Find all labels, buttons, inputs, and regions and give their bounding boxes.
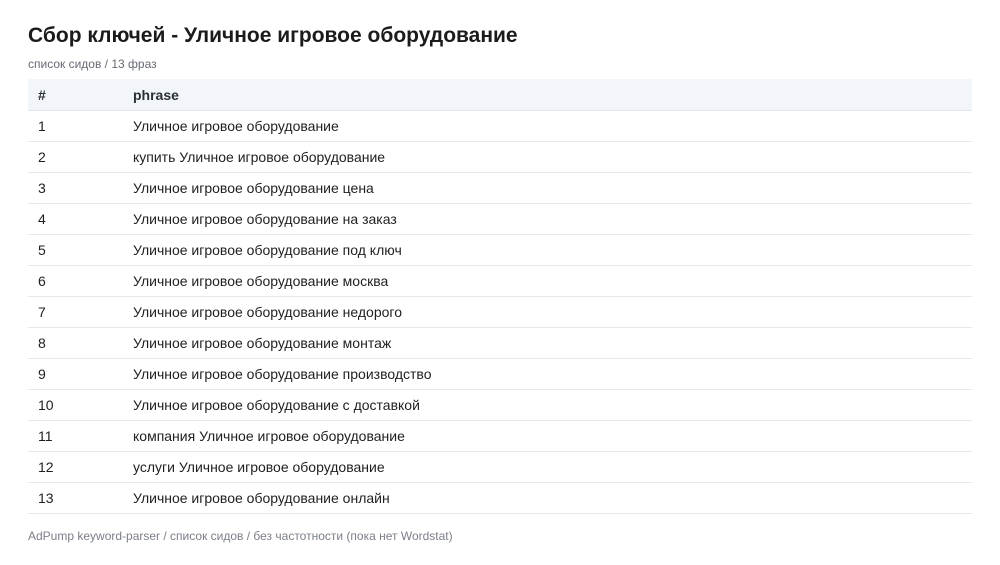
- table-row: 12 услуги Уличное игровое оборудование: [28, 451, 972, 483]
- footer-note: AdPump keyword-parser / список сидов / б…: [28, 529, 453, 543]
- row-phrase: Уличное игровое оборудование с доставкой: [133, 389, 972, 421]
- row-number: 10: [28, 389, 133, 421]
- table-row: 11 компания Уличное игровое оборудование: [28, 420, 972, 452]
- row-phrase: купить Уличное игровое оборудование: [133, 141, 972, 173]
- table-header: # phrase: [28, 79, 972, 111]
- row-phrase: Уличное игровое оборудование москва: [133, 265, 972, 297]
- table-body: 1 Уличное игровое оборудование 2 купить …: [28, 110, 972, 514]
- row-phrase: Уличное игровое оборудование монтаж: [133, 327, 972, 359]
- keywords-table: # phrase 1 Уличное игровое оборудование …: [28, 79, 972, 514]
- row-phrase: Уличное игровое оборудование под ключ: [133, 234, 972, 266]
- page-title: Сбор ключей - Уличное игровое оборудован…: [28, 24, 518, 47]
- row-number: 13: [28, 482, 133, 514]
- table-row: 9 Уличное игровое оборудование производс…: [28, 358, 972, 390]
- table-row: 2 купить Уличное игровое оборудование: [28, 141, 972, 173]
- table-row: 13 Уличное игровое оборудование онлайн: [28, 482, 972, 514]
- row-number: 4: [28, 203, 133, 235]
- table-row: 10 Уличное игровое оборудование с достав…: [28, 389, 972, 421]
- table-row: 4 Уличное игровое оборудование на заказ: [28, 203, 972, 235]
- row-number: 1: [28, 110, 133, 142]
- row-phrase: услуги Уличное игровое оборудование: [133, 451, 972, 483]
- row-phrase: компания Уличное игровое оборудование: [133, 420, 972, 452]
- row-number: 8: [28, 327, 133, 359]
- table-row: 1 Уличное игровое оборудование: [28, 110, 972, 142]
- row-phrase: Уличное игровое оборудование на заказ: [133, 203, 972, 235]
- row-number: 11: [28, 420, 133, 452]
- table-header-row: # phrase: [28, 79, 972, 111]
- row-number: 3: [28, 172, 133, 204]
- row-number: 5: [28, 234, 133, 266]
- column-header-phrase: phrase: [133, 79, 972, 111]
- row-phrase: Уличное игровое оборудование онлайн: [133, 482, 972, 514]
- row-number: 9: [28, 358, 133, 390]
- row-number: 12: [28, 451, 133, 483]
- row-number: 7: [28, 296, 133, 328]
- table-row: 3 Уличное игровое оборудование цена: [28, 172, 972, 204]
- column-header-number: #: [28, 79, 133, 111]
- row-phrase: Уличное игровое оборудование производств…: [133, 358, 972, 390]
- row-phrase: Уличное игровое оборудование недорого: [133, 296, 972, 328]
- table-row: 7 Уличное игровое оборудование недорого: [28, 296, 972, 328]
- page-subtitle: список сидов / 13 фраз: [28, 57, 157, 71]
- table-row: 8 Уличное игровое оборудование монтаж: [28, 327, 972, 359]
- row-number: 2: [28, 141, 133, 173]
- row-phrase: Уличное игровое оборудование цена: [133, 172, 972, 204]
- table-row: 5 Уличное игровое оборудование под ключ: [28, 234, 972, 266]
- table-row: 6 Уличное игровое оборудование москва: [28, 265, 972, 297]
- row-phrase: Уличное игровое оборудование: [133, 110, 972, 142]
- page: Сбор ключей - Уличное игровое оборудован…: [0, 0, 1000, 565]
- row-number: 6: [28, 265, 133, 297]
